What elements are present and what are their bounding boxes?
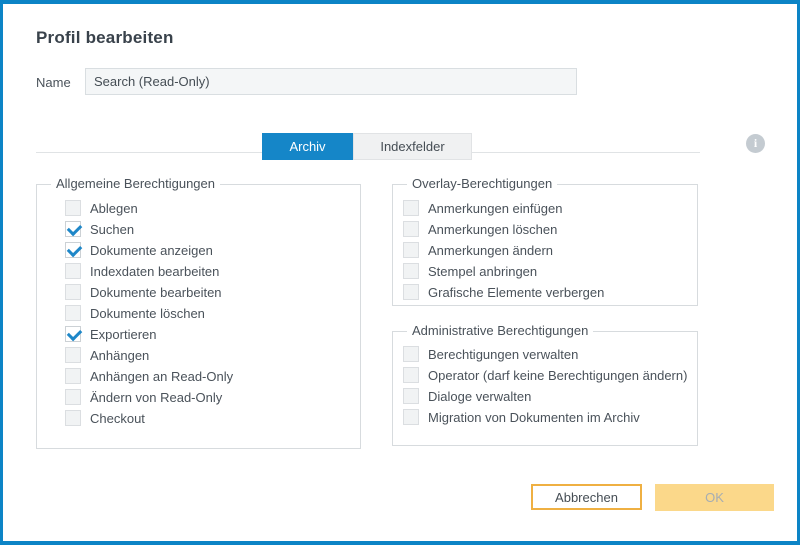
checkbox-label: Ablegen: [90, 201, 138, 216]
tab-archiv[interactable]: Archiv: [262, 133, 353, 160]
checkbox[interactable]: [403, 242, 419, 258]
checkbox-label: Berechtigungen verwalten: [428, 347, 578, 362]
checkbox[interactable]: [403, 367, 419, 383]
group-legend: Allgemeine Berechtigungen: [51, 176, 220, 191]
checkbox[interactable]: [65, 368, 81, 384]
checkbox[interactable]: [65, 389, 81, 405]
group-overlay-permissions: Overlay-Berechtigungen Anmerkungen einfü…: [392, 184, 698, 306]
checkbox-row[interactable]: Grafische Elemente verbergen: [393, 282, 691, 303]
group-administrative-permissions: Administrative Berechtigungen Berechtigu…: [392, 331, 698, 446]
checkbox-row[interactable]: Dokumente löschen: [55, 303, 354, 324]
group-general-permissions: Allgemeine Berechtigungen Ablegen Suchen…: [36, 184, 361, 449]
checkbox-label: Anmerkungen löschen: [428, 222, 557, 237]
checkbox-label: Exportieren: [90, 327, 156, 342]
tab-indexfelder[interactable]: Indexfelder: [353, 133, 472, 160]
checkbox-row[interactable]: Anmerkungen ändern: [393, 240, 691, 261]
checkbox-row[interactable]: Suchen: [55, 219, 354, 240]
checkbox[interactable]: [65, 347, 81, 363]
info-icon[interactable]: i: [746, 134, 765, 153]
checkbox-row[interactable]: Exportieren: [55, 324, 354, 345]
tab-bar: Archiv Indexfelder: [262, 133, 472, 160]
checkbox[interactable]: [65, 410, 81, 426]
checkbox[interactable]: [403, 388, 419, 404]
checkbox-row[interactable]: Ändern von Read-Only: [55, 387, 354, 408]
checkbox-label: Anhängen an Read-Only: [90, 369, 233, 384]
name-input[interactable]: [85, 68, 577, 95]
checkbox-label: Anmerkungen ändern: [428, 243, 553, 258]
checkbox-row[interactable]: Anmerkungen löschen: [393, 219, 691, 240]
edit-profile-dialog: Profil bearbeiten Name Archiv Indexfelde…: [0, 0, 800, 545]
checkbox-label: Migration von Dokumenten im Archiv: [428, 410, 640, 425]
checkbox[interactable]: [65, 200, 81, 216]
checkbox-label: Checkout: [90, 411, 145, 426]
dialog-title: Profil bearbeiten: [36, 28, 174, 48]
checkbox-label: Dokumente löschen: [90, 306, 205, 321]
checkbox-label: Operator (darf keine Berechtigungen ände…: [428, 368, 687, 383]
checkbox-label: Dialoge verwalten: [428, 389, 531, 404]
checkbox-row[interactable]: Indexdaten bearbeiten: [55, 261, 354, 282]
checkbox[interactable]: [403, 263, 419, 279]
checkbox-row[interactable]: Dokumente anzeigen: [55, 240, 354, 261]
checkbox-list-administrative: Berechtigungen verwalten Operator (darf …: [393, 344, 691, 428]
checkbox-row[interactable]: Anhängen: [55, 345, 354, 366]
checkbox[interactable]: [403, 221, 419, 237]
checkbox-label: Anmerkungen einfügen: [428, 201, 562, 216]
name-label: Name: [36, 75, 71, 90]
checkbox-row[interactable]: Berechtigungen verwalten: [393, 344, 691, 365]
checkbox-label: Suchen: [90, 222, 134, 237]
checkbox[interactable]: [65, 263, 81, 279]
checkbox-row[interactable]: Checkout: [55, 408, 354, 429]
checkbox-label: Grafische Elemente verbergen: [428, 285, 604, 300]
checkbox-list-general: Ablegen Suchen Dokumente anzeigen Indexd…: [55, 198, 354, 429]
checkbox-label: Dokumente bearbeiten: [90, 285, 222, 300]
checkbox[interactable]: [65, 242, 81, 258]
checkbox-label: Stempel anbringen: [428, 264, 537, 279]
checkbox-row[interactable]: Dokumente bearbeiten: [55, 282, 354, 303]
cancel-button[interactable]: Abbrechen: [531, 484, 642, 510]
checkbox-label: Dokumente anzeigen: [90, 243, 213, 258]
info-icon-glyph: i: [754, 136, 757, 151]
group-legend: Overlay-Berechtigungen: [407, 176, 557, 191]
checkbox-row[interactable]: Anmerkungen einfügen: [393, 198, 691, 219]
checkbox-row[interactable]: Anhängen an Read-Only: [55, 366, 354, 387]
checkbox[interactable]: [65, 326, 81, 342]
checkbox-row[interactable]: Ablegen: [55, 198, 354, 219]
checkbox[interactable]: [65, 221, 81, 237]
checkbox[interactable]: [403, 284, 419, 300]
checkbox[interactable]: [403, 409, 419, 425]
checkbox-label: Ändern von Read-Only: [90, 390, 222, 405]
ok-button[interactable]: OK: [655, 484, 774, 511]
checkbox-label: Indexdaten bearbeiten: [90, 264, 219, 279]
checkbox[interactable]: [403, 346, 419, 362]
checkbox[interactable]: [403, 200, 419, 216]
checkbox-row[interactable]: Migration von Dokumenten im Archiv: [393, 407, 691, 428]
checkbox-label: Anhängen: [90, 348, 149, 363]
group-legend: Administrative Berechtigungen: [407, 323, 593, 338]
checkbox[interactable]: [65, 305, 81, 321]
checkbox-row[interactable]: Dialoge verwalten: [393, 386, 691, 407]
checkbox[interactable]: [65, 284, 81, 300]
checkbox-list-overlay: Anmerkungen einfügen Anmerkungen löschen…: [393, 198, 691, 303]
checkbox-row[interactable]: Stempel anbringen: [393, 261, 691, 282]
checkbox-row[interactable]: Operator (darf keine Berechtigungen ände…: [393, 365, 691, 386]
